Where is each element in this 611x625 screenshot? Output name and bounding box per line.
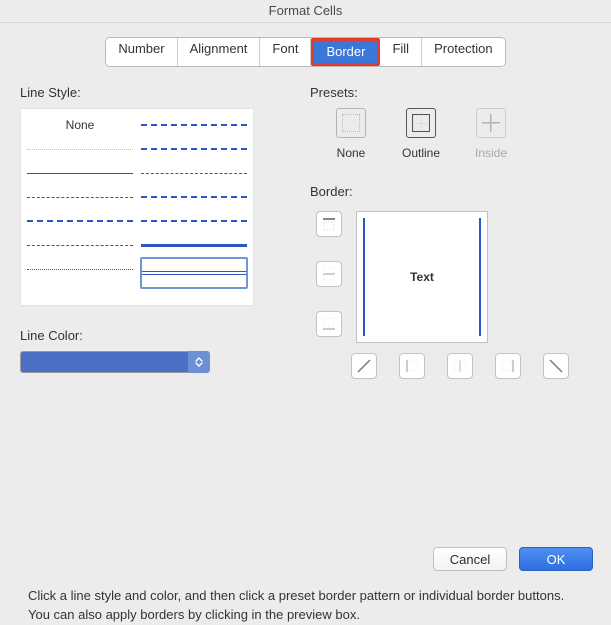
cancel-button[interactable]: Cancel xyxy=(433,547,507,571)
line-style-medium[interactable] xyxy=(141,209,247,233)
line-color-picker[interactable] xyxy=(20,351,210,373)
tab-border[interactable]: Border xyxy=(314,41,377,63)
edge-top-button[interactable] xyxy=(316,211,342,237)
border-preview[interactable]: Text xyxy=(356,211,488,343)
line-style-dashdot[interactable] xyxy=(27,209,133,233)
edge-diag-down-button[interactable] xyxy=(543,353,569,379)
line-style-dotted[interactable] xyxy=(27,137,133,161)
line-color-dropdown[interactable] xyxy=(188,351,210,373)
preset-inside: Inside xyxy=(468,108,514,160)
line-style-medium-dash[interactable] xyxy=(141,161,247,185)
help-text: Click a line style and color, and then c… xyxy=(0,587,611,625)
tab-number[interactable]: Number xyxy=(106,38,177,66)
line-style-double[interactable] xyxy=(140,257,248,289)
tab-font[interactable]: Font xyxy=(260,38,311,66)
line-style-dashdotdot[interactable] xyxy=(27,233,133,257)
edge-right-button[interactable] xyxy=(495,353,521,379)
tab-strip: Number Alignment Font Border Fill Protec… xyxy=(0,37,611,67)
line-style-label: Line Style: xyxy=(20,85,280,100)
line-style-picker[interactable]: None xyxy=(20,108,254,306)
preview-text: Text xyxy=(410,270,434,284)
line-style-medium-dashdot[interactable] xyxy=(141,137,247,161)
tab-alignment[interactable]: Alignment xyxy=(178,38,261,66)
tab-fill[interactable]: Fill xyxy=(380,38,422,66)
edge-hmid-button[interactable] xyxy=(316,261,342,287)
line-style-none[interactable]: None xyxy=(27,113,133,137)
edge-diag-up-button[interactable] xyxy=(351,353,377,379)
line-style-dash[interactable] xyxy=(27,185,133,209)
chevron-up-down-icon xyxy=(194,357,204,367)
edge-left-button[interactable] xyxy=(399,353,425,379)
line-style-dashdot-2[interactable] xyxy=(141,113,247,137)
border-label: Border: xyxy=(310,184,591,199)
line-color-swatch xyxy=(20,351,188,373)
line-color-label: Line Color: xyxy=(20,328,280,343)
tab-border-highlight: Border xyxy=(311,38,380,66)
edge-vmid-button[interactable] xyxy=(447,353,473,379)
edge-bottom-button[interactable] xyxy=(316,311,342,337)
line-style-thick[interactable] xyxy=(141,233,247,257)
line-style-long-dash[interactable] xyxy=(141,185,247,209)
line-style-dashed-thin[interactable] xyxy=(27,161,133,185)
dialog-title: Format Cells xyxy=(0,0,611,23)
ok-button[interactable]: OK xyxy=(519,547,593,571)
tab-protection[interactable]: Protection xyxy=(422,38,505,66)
presets-label: Presets: xyxy=(310,85,591,100)
format-cells-dialog: Format Cells Number Alignment Font Borde… xyxy=(0,0,611,587)
preset-none[interactable]: None xyxy=(328,108,374,160)
line-style-fine-dot[interactable] xyxy=(27,257,133,281)
preset-outline[interactable]: Outline xyxy=(398,108,444,160)
